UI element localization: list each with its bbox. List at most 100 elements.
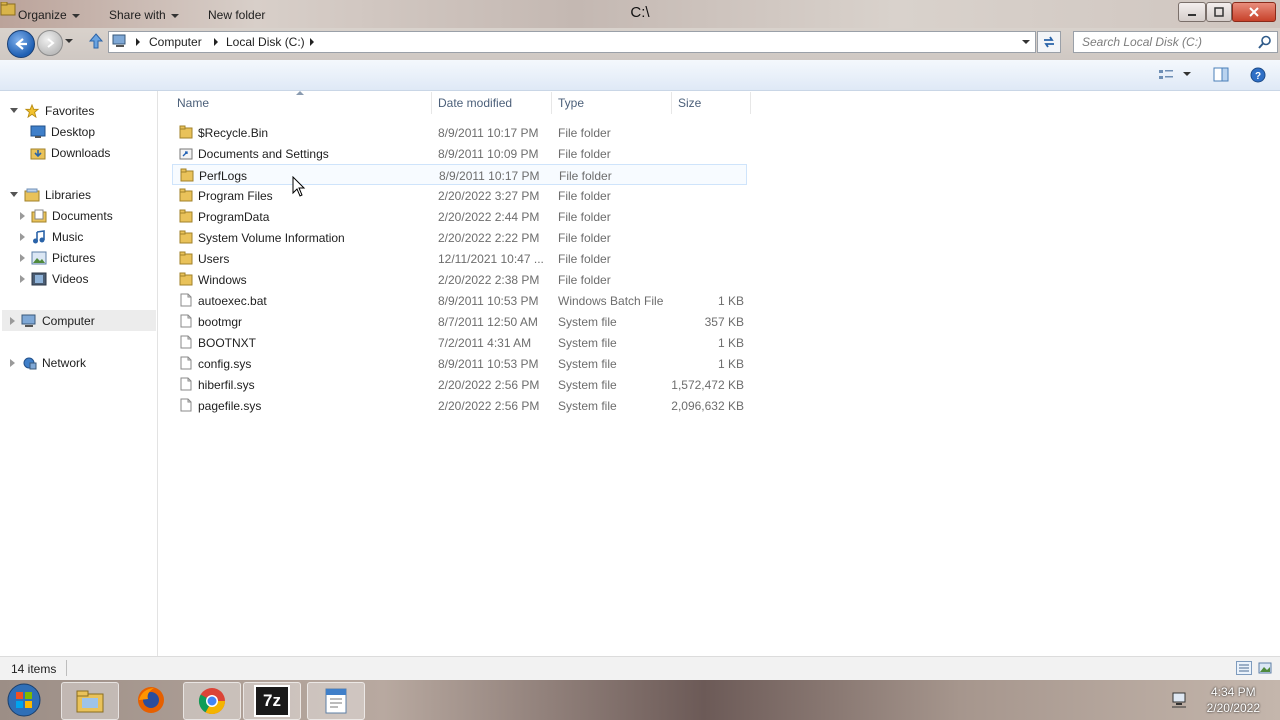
desktop-icon	[30, 125, 46, 138]
file-name: bootmgr	[198, 315, 243, 329]
file-icon	[180, 335, 192, 349]
back-button[interactable]	[7, 30, 35, 58]
expand-arrow-icon[interactable]	[20, 253, 25, 262]
maximize-button[interactable]	[1206, 2, 1232, 22]
column-divider[interactable]	[750, 92, 751, 114]
file-row[interactable]: Program Files 2/20/2022 3:27 PM File folde…	[172, 185, 747, 206]
expand-arrow-icon[interactable]	[20, 232, 25, 241]
column-header-date[interactable]: Date modified	[438, 96, 512, 110]
chrome-icon	[198, 688, 226, 715]
taskbar-explorer[interactable]	[61, 682, 119, 720]
computer-icon	[112, 34, 126, 47]
downloads-folder-icon	[30, 148, 46, 159]
file-row[interactable]: PerfLogs 8/9/2011 10:17 PM File folder	[172, 164, 747, 185]
details-view-icon[interactable]	[1236, 661, 1252, 675]
file-row[interactable]: Windows 2/20/2022 2:38 PM File folder	[172, 269, 747, 290]
view-options-chevron-icon[interactable]	[1183, 72, 1191, 78]
breadcrumb-chevron-icon[interactable]	[135, 38, 141, 46]
expand-arrow-icon[interactable]	[10, 192, 18, 197]
file-row[interactable]: Documents and Settings 8/9/2011 10:09 PM F…	[172, 143, 747, 164]
back-arrow-icon	[15, 38, 27, 50]
music-library-icon	[33, 229, 45, 243]
nav-downloads[interactable]: Downloads	[30, 142, 110, 163]
file-row[interactable]: $Recycle.Bin 8/9/2011 10:17 PM File folder	[172, 122, 747, 143]
network-tray-icon[interactable]	[1170, 691, 1188, 709]
forward-button[interactable]	[37, 30, 63, 56]
breadcrumb-chevron-icon[interactable]	[309, 38, 315, 46]
file-name: Users	[198, 252, 230, 266]
address-history-dropdown-icon[interactable]	[1021, 39, 1031, 45]
start-button[interactable]	[4, 682, 44, 718]
column-header-name[interactable]: Name	[177, 96, 209, 110]
organize-label: Organize	[18, 8, 67, 22]
column-divider[interactable]	[431, 92, 432, 114]
nav-favorites[interactable]: Favorites	[10, 100, 94, 121]
expand-arrow-icon[interactable]	[10, 316, 15, 325]
file-icon	[180, 377, 192, 391]
mouse-cursor-icon	[292, 176, 306, 197]
taskbar-clock[interactable]: 4:34 PM 2/20/2022	[1207, 684, 1260, 716]
file-row[interactable]: bootmgr 8/7/2011 12:50 AM System file 357 K…	[172, 311, 747, 332]
nav-libraries[interactable]: Libraries	[10, 184, 91, 205]
file-row[interactable]: hiberfil.sys 2/20/2022 2:56 PM System file…	[172, 374, 747, 395]
nav-network[interactable]: Network	[10, 352, 86, 373]
column-divider[interactable]	[671, 92, 672, 114]
taskbar-7zip[interactable]: 7z	[243, 682, 301, 720]
nav-videos[interactable]: Videos	[20, 268, 88, 289]
share-with-menu[interactable]: Share with	[109, 8, 179, 22]
nav-music[interactable]: Music	[20, 226, 83, 247]
taskbar-wordpad[interactable]	[307, 682, 365, 720]
nav-computer[interactable]: Computer	[10, 310, 95, 331]
file-type: File folder	[558, 210, 611, 224]
minimize-button[interactable]	[1178, 2, 1206, 22]
file-row[interactable]: Users 12/11/2021 10:47 ... File folder	[172, 248, 747, 269]
column-divider[interactable]	[551, 92, 552, 114]
taskbar-firefox[interactable]	[123, 682, 179, 718]
column-header-size[interactable]: Size	[678, 96, 701, 110]
large-icons-view-icon[interactable]	[1258, 661, 1272, 675]
breadcrumb-chevron-icon[interactable]	[213, 38, 219, 46]
nav-label: Videos	[52, 271, 89, 286]
file-row[interactable]: pagefile.sys 2/20/2022 2:56 PM System file…	[172, 395, 747, 416]
expand-arrow-icon[interactable]	[20, 274, 25, 283]
change-view-icon[interactable]	[1158, 68, 1174, 82]
file-row[interactable]: System Volume Information 2/20/2022 2:22 …	[172, 227, 747, 248]
file-icon	[180, 356, 192, 370]
breadcrumb-local-disk[interactable]: Local Disk (C:)	[226, 35, 305, 49]
new-folder-button[interactable]: New folder	[208, 8, 265, 22]
help-icon[interactable]: ?	[1250, 67, 1266, 83]
file-row[interactable]: BOOTNXT 7/2/2011 4:31 AM System file 1 KB	[172, 332, 747, 353]
file-row[interactable]: autoexec.bat 8/9/2011 10:53 PM Windows Bat…	[172, 290, 747, 311]
expand-arrow-icon[interactable]	[10, 108, 18, 113]
close-button[interactable]	[1232, 2, 1276, 22]
folder-icon	[179, 230, 193, 244]
search-icon[interactable]	[1258, 35, 1272, 49]
file-row[interactable]: ProgramData 2/20/2022 2:44 PM File folder	[172, 206, 747, 227]
expand-arrow-icon[interactable]	[10, 358, 15, 367]
file-name: config.sys	[198, 357, 252, 371]
nav-desktop[interactable]: Desktop	[30, 121, 95, 142]
folder-icon	[179, 251, 193, 265]
breadcrumb-computer[interactable]: Computer	[149, 35, 202, 49]
preview-pane-icon[interactable]	[1213, 67, 1229, 83]
minimize-icon	[1188, 14, 1196, 16]
file-type: File folder	[558, 126, 611, 140]
file-name: Program Files	[198, 189, 273, 203]
file-date-modified: 8/9/2011 10:17 PM	[438, 126, 539, 140]
file-row[interactable]: config.sys 8/9/2011 10:53 PM System file 1 …	[172, 353, 747, 374]
column-header-type[interactable]: Type	[558, 96, 584, 110]
nav-label: Favorites	[45, 103, 95, 118]
expand-arrow-icon[interactable]	[20, 211, 25, 220]
recent-pages-dropdown-icon[interactable]	[64, 37, 74, 45]
address-bar[interactable]: Computer Local Disk (C:)	[108, 31, 1036, 53]
refresh-button[interactable]	[1037, 31, 1061, 53]
nav-documents[interactable]: Documents	[20, 205, 113, 226]
taskbar-chrome[interactable]	[183, 682, 241, 720]
organize-menu[interactable]: Organize	[18, 8, 80, 22]
nav-pictures[interactable]: Pictures	[20, 247, 95, 268]
search-input[interactable]: Search Local Disk (C:)	[1073, 31, 1278, 53]
file-icon	[180, 293, 192, 307]
file-name: ProgramData	[198, 210, 270, 224]
file-type: File folder	[558, 252, 611, 266]
up-arrow-icon[interactable]	[88, 33, 104, 49]
